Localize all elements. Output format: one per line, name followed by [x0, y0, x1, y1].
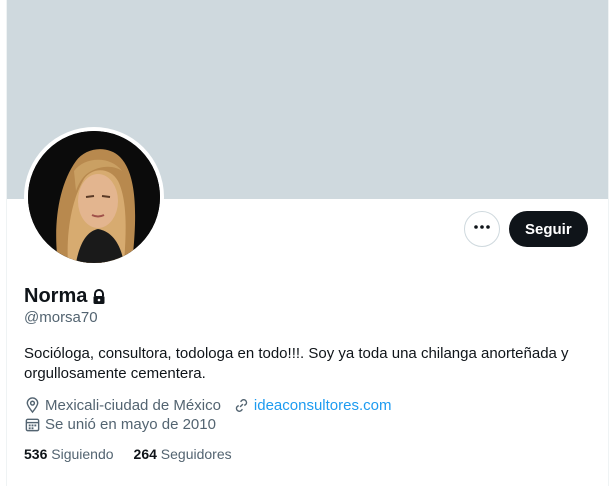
profile-bio: Socióloga, consultora, todologa en todo!…: [24, 345, 569, 382]
following-stat[interactable]: 536 Siguiendo: [24, 446, 114, 462]
link-icon: [233, 397, 254, 414]
profile-frame: Seguir Norma @morsa70 Socióloga, consult…: [6, 0, 609, 486]
profile-meta-row-2: Se unió en mayo de 2010: [24, 416, 228, 433]
joined-item: Se unió en mayo de 2010: [24, 416, 216, 433]
location-text: Mexicali-ciudad de México: [45, 397, 221, 414]
profile-avatar[interactable]: [24, 127, 164, 267]
profile-meta-row-1: Mexicali-ciudad de México ideaconsultore…: [24, 397, 403, 414]
location-icon: [24, 397, 45, 414]
follow-button[interactable]: Seguir: [509, 211, 588, 247]
calendar-icon: [24, 416, 45, 433]
followers-count: 264: [133, 446, 157, 462]
profile-stats: 536 Siguiendo 264 Seguidores: [24, 446, 232, 462]
profile-name: Norma: [24, 285, 88, 307]
avatar-photo: [28, 131, 160, 263]
website-item[interactable]: ideaconsultores.com: [233, 397, 392, 414]
website-link[interactable]: ideaconsultores.com: [254, 397, 392, 414]
following-count: 536: [24, 446, 48, 462]
avatar-image: [28, 131, 160, 263]
profile-handle: @morsa70: [24, 309, 98, 326]
followers-stat[interactable]: 264 Seguidores: [134, 446, 232, 462]
joined-text: Se unió en mayo de 2010: [45, 416, 216, 433]
more-options-icon: [472, 217, 492, 242]
more-options-button[interactable]: [464, 211, 500, 247]
following-label: Siguiendo: [51, 446, 114, 462]
profile-name-row: Norma: [24, 285, 107, 308]
followers-label: Seguidores: [160, 446, 232, 462]
location-item: Mexicali-ciudad de México: [24, 397, 221, 414]
lock-icon: [91, 288, 107, 305]
